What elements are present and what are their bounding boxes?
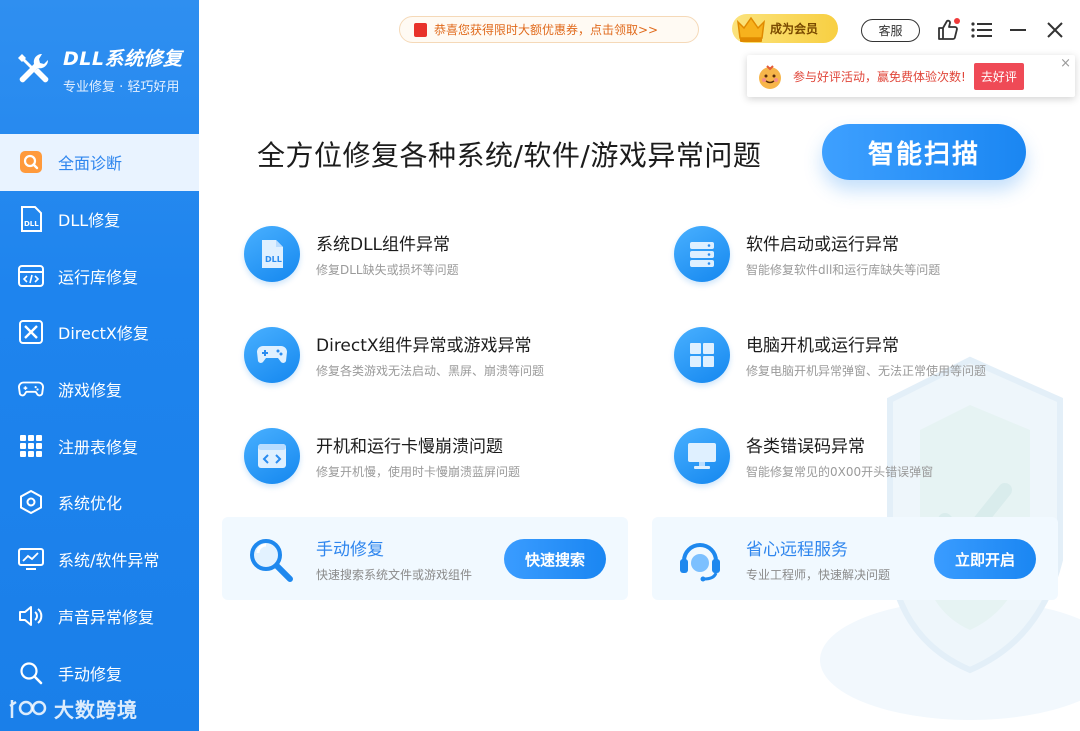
manual-repair-card: 手动修复 快速搜索系统文件或游戏组件 快速搜索 xyxy=(222,517,628,600)
card-title: 手动修复 xyxy=(316,539,384,560)
sidebar-item-dll[interactable]: DLL DLL修复 xyxy=(0,191,199,248)
crown-icon xyxy=(736,16,766,42)
sidebar-item-optimize[interactable]: 系统优化 xyxy=(0,474,199,531)
sidebar-item-registry[interactable]: 注册表修复 xyxy=(0,417,199,474)
issue-title: 开机和运行卡慢崩溃问题 xyxy=(316,437,503,457)
go-review-button[interactable]: 去好评 xyxy=(973,62,1024,90)
sidebar-item-system-software[interactable]: 系统/软件异常 xyxy=(0,531,199,588)
svg-text:DLL: DLL xyxy=(24,220,39,228)
brand-subtitle: 专业修复 · 轻巧好用 xyxy=(63,80,180,95)
gamepad-icon xyxy=(18,376,44,402)
sidebar-item-directx[interactable]: DirectX修复 xyxy=(0,304,199,361)
start-now-button[interactable]: 立即开启 xyxy=(934,539,1036,579)
sidebar-item-game[interactable]: 游戏修复 xyxy=(0,361,199,418)
watermark-text: 大数跨境 xyxy=(54,698,138,722)
sidebar-item-label: DLL修复 xyxy=(58,211,121,231)
remote-service-card: 省心远程服务 专业工程师，快速解决问题 立即开启 xyxy=(652,517,1058,600)
search-icon xyxy=(18,149,44,175)
grid-icon xyxy=(18,433,44,459)
issue-desc: 修复各类游戏无法启动、黑屏、崩溃等问题 xyxy=(316,364,545,378)
headset-icon xyxy=(674,533,726,585)
sidebar-item-sound[interactable]: 声音异常修复 xyxy=(0,588,199,645)
code-window-icon xyxy=(244,428,300,484)
gamepad-icon xyxy=(244,327,300,383)
watermark-logo-icon xyxy=(9,699,47,718)
issue-title: DirectX组件异常或游戏异常 xyxy=(316,336,532,356)
sidebar-item-label: 系统/软件异常 xyxy=(58,551,160,571)
brand-title: DLL系统修复 xyxy=(63,48,183,70)
notification-dot xyxy=(954,18,960,24)
sidebar-item-manual[interactable]: 手动修复 xyxy=(0,644,199,701)
monitor-icon xyxy=(18,546,44,572)
sidebar-nav: 全面诊断 DLL DLL修复 运行库修复 DirectX修复 游戏修复 注册表修… xyxy=(0,134,199,701)
sidebar: DLL系统修复 专业修复 · 轻巧好用 全面诊断 DLL DLL修复 运行库修复 xyxy=(0,0,199,731)
vip-button[interactable]: 成为会员 xyxy=(732,14,838,43)
sidebar-item-label: 运行库修复 xyxy=(58,267,139,287)
promo-banner[interactable]: 恭喜您获得限时大额优惠券，点击领取>> xyxy=(399,16,699,43)
wrench-screwdriver-icon xyxy=(18,53,49,82)
dll-file-icon: DLL xyxy=(244,226,300,282)
thumbs-up-icon[interactable] xyxy=(936,18,960,42)
minimize-icon[interactable] xyxy=(1006,18,1030,42)
search-icon xyxy=(18,660,44,686)
gift-icon xyxy=(414,22,427,37)
issue-item-directx[interactable]: DirectX组件异常或游戏异常 修复各类游戏无法启动、黑屏、崩溃等问题 xyxy=(244,327,544,383)
quick-search-button[interactable]: 快速搜索 xyxy=(504,539,606,579)
sidebar-item-label: DirectX修复 xyxy=(58,324,149,344)
review-close-icon[interactable]: × xyxy=(1060,56,1071,71)
issue-desc: 修复电脑开机异常弹窗、无法正常使用等问题 xyxy=(746,364,987,378)
hexagon-gear-icon xyxy=(18,489,44,515)
issue-desc: 智能修复软件dll和运行库缺失等问题 xyxy=(746,263,941,277)
card-desc: 快速搜索系统文件或游戏组件 xyxy=(316,567,473,582)
issue-item-boot[interactable]: 电脑开机或运行异常 修复电脑开机异常弹窗、无法正常使用等问题 xyxy=(674,327,986,383)
issue-title: 各类错误码异常 xyxy=(746,437,865,457)
magnifier-icon xyxy=(244,533,296,585)
review-text: 参与好评活动，赢免费体验次数! xyxy=(793,69,966,84)
brand: DLL系统修复 专业修复 · 轻巧好用 xyxy=(14,44,183,95)
sidebar-item-runtime[interactable]: 运行库修复 xyxy=(0,247,199,304)
issue-desc: 修复开机慢，使用时卡慢崩溃蓝屏问题 xyxy=(316,465,521,479)
watermark: 大数跨境 xyxy=(8,694,138,723)
issue-title: 系统DLL组件异常 xyxy=(316,235,451,255)
customer-service-button[interactable]: 客服 xyxy=(861,19,920,42)
dll-file-icon: DLL xyxy=(18,206,44,233)
promo-text: 恭喜您获得限时大额优惠券，点击领取>> xyxy=(434,23,659,37)
code-window-icon xyxy=(18,263,44,289)
issue-item-error-code[interactable]: 各类错误码异常 智能修复常见的0X00开头错误弹窗 xyxy=(674,428,933,484)
review-popup: 参与好评活动，赢免费体验次数! 去好评 × xyxy=(747,55,1075,97)
menu-icon[interactable] xyxy=(970,18,994,42)
issue-title: 软件启动或运行异常 xyxy=(746,235,899,255)
sidebar-item-label: 手动修复 xyxy=(58,664,123,684)
smart-scan-button[interactable]: 智能扫描 xyxy=(822,124,1026,180)
issue-item-dll[interactable]: DLL 系统DLL组件异常 修复DLL缺失或损坏等问题 xyxy=(244,226,459,282)
page-headline: 全方位修复各种系统/软件/游戏异常问题 xyxy=(257,139,762,172)
mascot-icon xyxy=(759,65,781,89)
svg-text:DLL: DLL xyxy=(265,255,282,264)
sidebar-item-label: 注册表修复 xyxy=(58,437,139,457)
issue-desc: 智能修复常见的0X00开头错误弹窗 xyxy=(746,465,934,479)
issue-item-software[interactable]: 软件启动或运行异常 智能修复软件dll和运行库缺失等问题 xyxy=(674,226,940,282)
issue-item-slow[interactable]: 开机和运行卡慢崩溃问题 修复开机慢，使用时卡慢崩溃蓝屏问题 xyxy=(244,428,520,484)
server-icon xyxy=(674,226,730,282)
issue-title: 电脑开机或运行异常 xyxy=(746,336,899,356)
sidebar-item-full-diagnosis[interactable]: 全面诊断 xyxy=(0,134,199,191)
vip-label: 成为会员 xyxy=(770,22,819,36)
issue-desc: 修复DLL缺失或损坏等问题 xyxy=(316,263,459,277)
sidebar-item-label: 游戏修复 xyxy=(58,381,123,401)
directx-icon xyxy=(18,319,44,345)
monitor-icon xyxy=(674,428,730,484)
card-title: 省心远程服务 xyxy=(746,539,848,560)
sidebar-item-label: 系统优化 xyxy=(58,494,123,514)
windows-icon xyxy=(674,327,730,383)
card-desc: 专业工程师，快速解决问题 xyxy=(746,567,891,582)
close-icon[interactable] xyxy=(1043,18,1067,42)
speaker-icon xyxy=(18,603,44,629)
sidebar-item-label: 全面诊断 xyxy=(58,154,123,174)
sidebar-item-label: 声音异常修复 xyxy=(58,607,155,627)
